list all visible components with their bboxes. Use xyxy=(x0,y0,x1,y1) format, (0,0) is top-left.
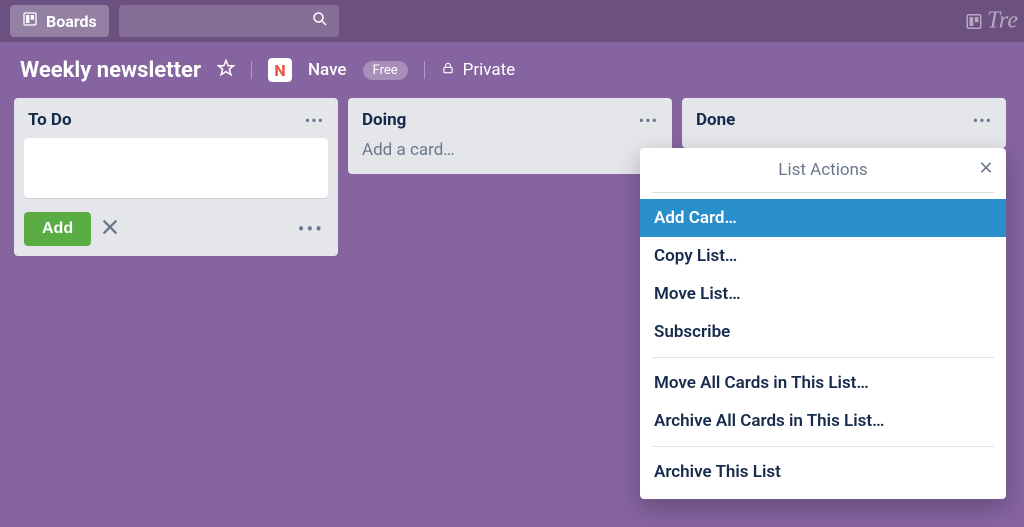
popover-item-add-card[interactable]: Add Card… xyxy=(640,199,1006,237)
board-icon xyxy=(22,11,38,31)
composer-controls: Add ••• xyxy=(24,206,328,246)
list-title[interactable]: Done xyxy=(696,110,735,130)
divider xyxy=(251,61,252,79)
list-title[interactable]: To Do xyxy=(28,110,72,130)
board-header: Weekly newsletter N Nave Free Private xyxy=(0,42,1024,98)
popover-item-archive-list[interactable]: Archive This List xyxy=(640,453,1006,491)
privacy-button[interactable]: Private xyxy=(441,60,516,80)
board-title[interactable]: Weekly newsletter xyxy=(20,58,201,83)
list-done: Done ••• xyxy=(682,98,1006,148)
close-icon[interactable] xyxy=(99,216,121,242)
popover-header: List Actions xyxy=(640,148,1006,192)
brand-text: Tre xyxy=(987,8,1018,35)
list-todo: To Do ••• Add ••• xyxy=(14,98,338,256)
close-icon[interactable] xyxy=(978,160,994,181)
list-header: To Do ••• xyxy=(24,108,328,138)
add-button[interactable]: Add xyxy=(24,212,91,246)
search-icon xyxy=(311,10,329,32)
composer-menu-icon[interactable]: ••• xyxy=(298,217,328,241)
brand-logo: Tre xyxy=(965,8,1018,35)
add-card-prompt[interactable]: Add a card… xyxy=(358,138,662,164)
workspace-badge[interactable]: N xyxy=(268,58,292,82)
card-composer-input[interactable] xyxy=(24,138,328,198)
workspace-name[interactable]: Nave xyxy=(308,60,347,80)
popover-item-move-all[interactable]: Move All Cards in This List… xyxy=(640,364,1006,402)
popover-item-subscribe[interactable]: Subscribe xyxy=(640,313,1006,351)
top-header: Boards Tre xyxy=(0,0,1024,42)
list-menu-icon[interactable]: ••• xyxy=(639,111,658,130)
divider xyxy=(424,61,425,79)
list-header: Done ••• xyxy=(692,108,996,138)
list-doing: Doing ••• Add a card… xyxy=(348,98,672,174)
list-header: Doing ••• xyxy=(358,108,662,138)
list-title[interactable]: Doing xyxy=(362,110,406,130)
privacy-label: Private xyxy=(463,60,516,80)
boards-button[interactable]: Boards xyxy=(10,5,109,37)
search-input[interactable] xyxy=(119,5,339,37)
popover-item-move-list[interactable]: Move List… xyxy=(640,275,1006,313)
popover-item-archive-all[interactable]: Archive All Cards in This List… xyxy=(640,402,1006,440)
list-menu-icon[interactable]: ••• xyxy=(305,111,324,130)
list-menu-icon[interactable]: ••• xyxy=(973,111,992,130)
plan-pill: Free xyxy=(363,61,408,80)
star-icon[interactable] xyxy=(217,59,235,81)
lock-icon xyxy=(441,60,455,80)
popover-title: List Actions xyxy=(778,160,867,180)
boards-label: Boards xyxy=(46,12,97,31)
list-actions-popover: List Actions Add Card… Copy List… Move L… xyxy=(640,148,1006,499)
popover-item-copy-list[interactable]: Copy List… xyxy=(640,237,1006,275)
